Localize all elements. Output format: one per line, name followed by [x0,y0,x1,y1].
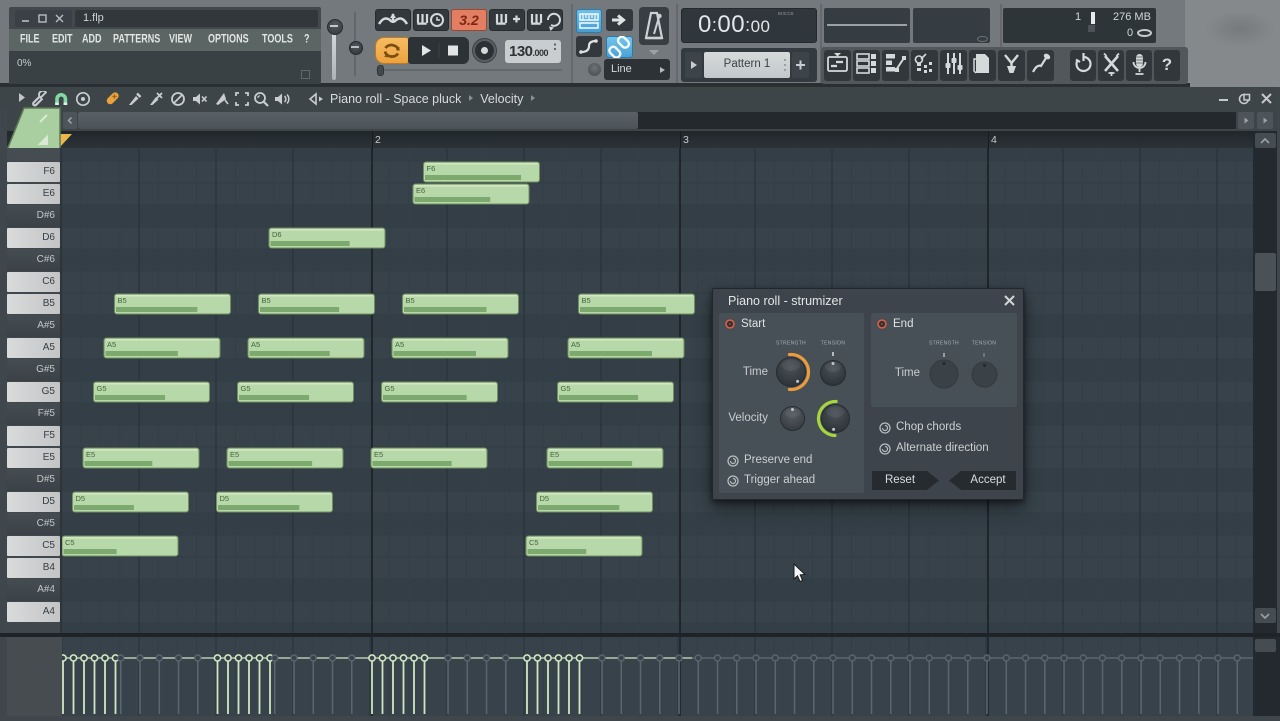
svg-text:E5: E5 [230,450,239,459]
svg-text:D5: D5 [220,494,230,503]
svg-text:E5: E5 [86,450,95,459]
svg-text:D6: D6 [272,230,282,239]
svg-text:B5: B5 [118,296,127,305]
svg-text:G5: G5 [385,384,395,393]
svg-text:D5: D5 [540,494,550,503]
svg-text:A5: A5 [107,340,116,349]
svg-text:C5: C5 [529,538,539,547]
svg-text:B5: B5 [582,296,591,305]
svg-text:E5: E5 [550,450,559,459]
svg-text:D5: D5 [76,494,86,503]
svg-text:E5: E5 [374,450,383,459]
svg-text:G5: G5 [561,384,571,393]
svg-text:A5: A5 [571,340,580,349]
svg-text:C5: C5 [65,538,75,547]
svg-text:B5: B5 [406,296,415,305]
svg-text:B5: B5 [262,296,271,305]
svg-text:G5: G5 [241,384,251,393]
svg-text:A5: A5 [251,340,260,349]
svg-text:F6: F6 [427,164,436,173]
svg-text:A5: A5 [395,340,404,349]
svg-text:E6: E6 [416,186,425,195]
svg-text:G5: G5 [97,384,107,393]
